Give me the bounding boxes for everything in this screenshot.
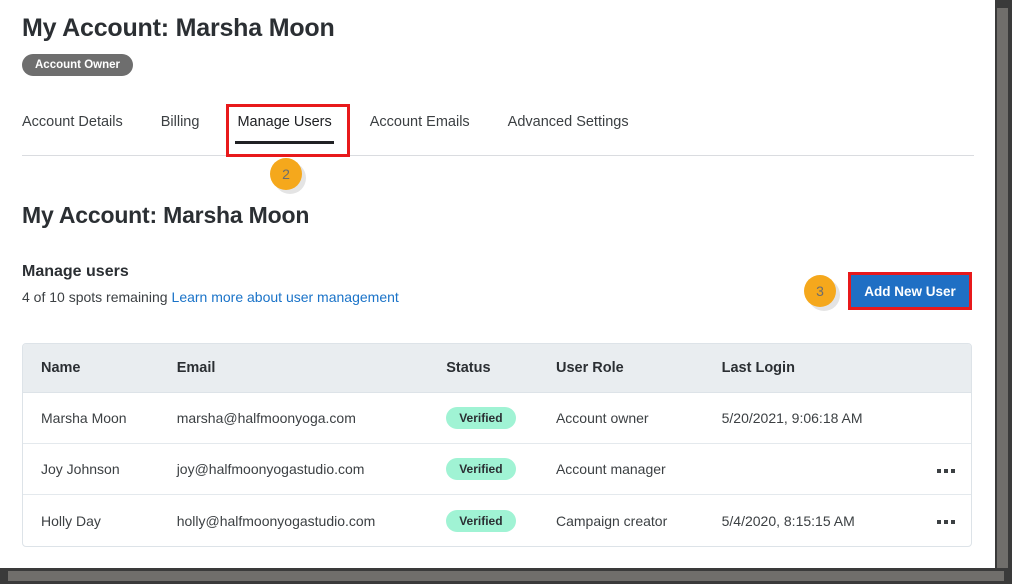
user-status-cell: Verified bbox=[428, 393, 538, 444]
last-login-cell bbox=[704, 444, 904, 495]
tab-billing[interactable]: Billing bbox=[161, 114, 200, 144]
users-table-body: Marsha Moonmarsha@halfmoonyoga.com Verifi… bbox=[23, 393, 971, 546]
section-title: My Account: Marsha Moon bbox=[22, 202, 309, 229]
window-edge-right-shade bbox=[997, 8, 1008, 572]
row-actions-cell bbox=[903, 393, 971, 444]
page-title: My Account: Marsha Moon bbox=[22, 14, 335, 43]
account-tabs: Account Details Billing Manage Users Accoun… bbox=[22, 114, 974, 156]
tab-bar-divider bbox=[22, 155, 974, 156]
column-header-name: Name bbox=[23, 344, 159, 393]
user-role-cell: Account owner bbox=[538, 393, 704, 444]
add-new-user-button[interactable]: Add New User bbox=[851, 275, 969, 307]
user-email-cell: marsha@halfmoonyoga.com bbox=[159, 393, 429, 444]
add-new-user-area: Add New User bbox=[848, 272, 972, 310]
app-window: My Account: Marsha Moon Account Owner Ac… bbox=[0, 0, 1012, 584]
manage-users-heading: Manage users bbox=[22, 263, 129, 281]
window-edge-bottom bbox=[0, 568, 1012, 584]
users-table-head: NameEmailStatusUser RoleLast Login bbox=[23, 344, 971, 393]
row-overflow-menu-icon[interactable] bbox=[935, 514, 957, 530]
window-edge-right bbox=[995, 0, 1012, 584]
spots-remaining-text: 4 of 10 spots remaining bbox=[22, 289, 168, 305]
user-status-cell: Verified bbox=[428, 495, 538, 546]
column-header-status: Status bbox=[428, 344, 538, 393]
column-header-actions bbox=[903, 344, 971, 393]
step-badge-2: 2 bbox=[270, 158, 306, 194]
user-name-cell: Marsha Moon bbox=[23, 393, 159, 444]
last-login-cell: 5/4/2020, 8:15:15 AM bbox=[704, 495, 904, 546]
row-actions-cell bbox=[903, 444, 971, 495]
status-badge: Verified bbox=[446, 458, 515, 480]
learn-more-link[interactable]: Learn more about user management bbox=[172, 289, 399, 305]
user-email-cell: holly@halfmoonyogastudio.com bbox=[159, 495, 429, 546]
last-login-cell: 5/20/2021, 9:06:18 AM bbox=[704, 393, 904, 444]
user-role-cell: Campaign creator bbox=[538, 495, 704, 546]
tab-account-details[interactable]: Account Details bbox=[22, 114, 123, 144]
table-row: Holly Dayholly@halfmoonyogastudio.com Ver… bbox=[23, 495, 971, 546]
column-header-user-role: User Role bbox=[538, 344, 704, 393]
window-edge-bottom-shade bbox=[8, 571, 1004, 581]
account-owner-badge: Account Owner bbox=[22, 54, 133, 76]
step-badge-3: 3 bbox=[804, 275, 840, 311]
user-email-cell: joy@halfmoonyogastudio.com bbox=[159, 444, 429, 495]
step-badge-3-disc: 3 bbox=[804, 275, 836, 307]
user-role-cell: Account manager bbox=[538, 444, 704, 495]
status-badge: Verified bbox=[446, 407, 515, 429]
tab-account-emails[interactable]: Account Emails bbox=[370, 114, 470, 144]
tab-advanced-settings[interactable]: Advanced Settings bbox=[508, 114, 629, 144]
step-badge-2-disc: 2 bbox=[270, 158, 302, 190]
column-header-email: Email bbox=[159, 344, 429, 393]
table-row: Marsha Moonmarsha@halfmoonyoga.com Verifi… bbox=[23, 393, 971, 444]
spots-remaining-line: 4 of 10 spots remainingLearn more about … bbox=[22, 289, 399, 305]
row-overflow-menu-icon[interactable] bbox=[935, 463, 957, 479]
users-table-header-row: NameEmailStatusUser RoleLast Login bbox=[23, 344, 971, 393]
user-name-cell: Joy Johnson bbox=[23, 444, 159, 495]
tab-manage-users[interactable]: Manage Users bbox=[237, 114, 331, 144]
page-surface: My Account: Marsha Moon Account Owner Ac… bbox=[0, 0, 995, 570]
users-table: NameEmailStatusUser RoleLast Login Marsh… bbox=[22, 343, 972, 547]
status-badge: Verified bbox=[446, 510, 515, 532]
user-name-cell: Holly Day bbox=[23, 495, 159, 546]
column-header-last-login: Last Login bbox=[704, 344, 904, 393]
user-status-cell: Verified bbox=[428, 444, 538, 495]
row-actions-cell bbox=[903, 495, 971, 546]
table-row: Joy Johnsonjoy@halfmoonyogastudio.com Ver… bbox=[23, 444, 971, 495]
